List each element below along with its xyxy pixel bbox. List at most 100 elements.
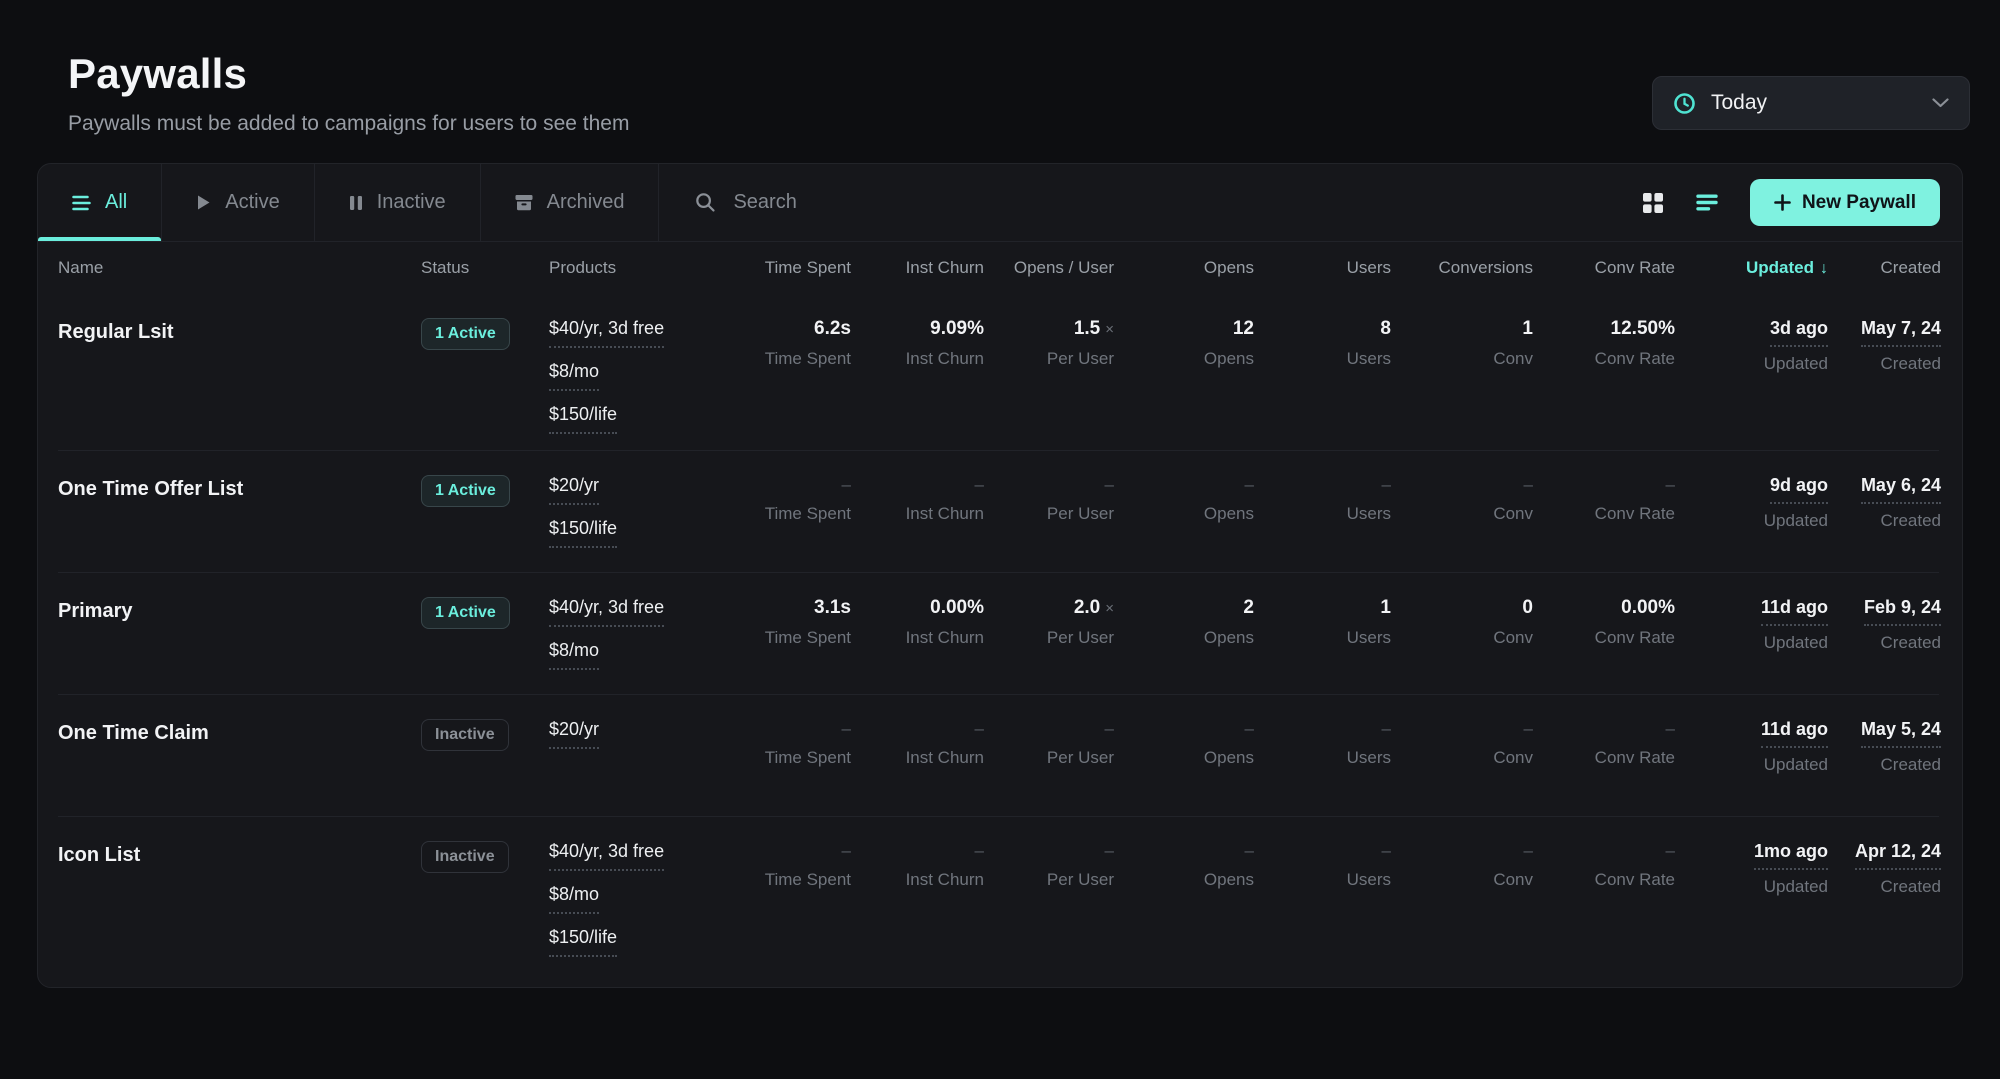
product-price[interactable]: $40/yr, 3d free bbox=[549, 318, 664, 348]
metric-value: 1.5× bbox=[984, 318, 1114, 340]
metric-label: Per User bbox=[984, 349, 1114, 369]
status-cell: 1 Active bbox=[421, 318, 549, 434]
column-header-status[interactable]: Status bbox=[421, 258, 549, 278]
column-header-inst-churn[interactable]: Inst Churn bbox=[851, 258, 984, 278]
metric-cell: – Inst Churn bbox=[851, 475, 984, 556]
column-header-time-spent[interactable]: Time Spent bbox=[724, 258, 851, 278]
metric-value: – bbox=[1533, 719, 1675, 739]
table-row[interactable]: One Time Offer List1 Active$20/yr$150/li… bbox=[58, 450, 1939, 572]
updated-value[interactable]: 9d ago bbox=[1770, 475, 1828, 504]
metric-label: Conv bbox=[1391, 870, 1533, 890]
updated-label: Updated bbox=[1675, 633, 1828, 653]
metric-value: – bbox=[1114, 475, 1254, 495]
metric-value: – bbox=[984, 719, 1114, 739]
tab-active[interactable]: Active bbox=[162, 164, 314, 241]
created-value[interactable]: May 5, 24 bbox=[1861, 719, 1941, 748]
column-header-name[interactable]: Name bbox=[58, 258, 421, 278]
metric-value: – bbox=[1391, 475, 1533, 495]
product-price[interactable]: $40/yr, 3d free bbox=[549, 597, 664, 627]
new-paywall-label: New Paywall bbox=[1802, 192, 1916, 214]
column-header-label: Conversions bbox=[1439, 258, 1534, 277]
product-price[interactable]: $8/mo bbox=[549, 640, 599, 670]
metric-label: Users bbox=[1254, 748, 1391, 768]
metric-value: 12 bbox=[1114, 318, 1254, 340]
metric-label: Inst Churn bbox=[851, 870, 984, 890]
archive-icon bbox=[515, 194, 533, 211]
created-cell: Apr 12, 24Created bbox=[1828, 841, 1941, 957]
period-selector[interactable]: Today bbox=[1652, 76, 1970, 130]
column-header-label: Status bbox=[421, 258, 469, 277]
status-badge: 1 Active bbox=[421, 597, 510, 629]
metric-label: Per User bbox=[984, 504, 1114, 524]
product-price[interactable]: $8/mo bbox=[549, 361, 599, 391]
grid-view-button[interactable] bbox=[1640, 190, 1666, 216]
metric-cell: –Users bbox=[1254, 841, 1391, 957]
metric-label: Conv Rate bbox=[1533, 504, 1675, 524]
metric-label: Inst Churn bbox=[851, 628, 984, 648]
tab-all[interactable]: All bbox=[38, 164, 162, 241]
metric-value: 12.50% bbox=[1533, 318, 1675, 340]
metric-cell: –Per User bbox=[984, 475, 1114, 556]
search-icon bbox=[695, 192, 716, 213]
product-price[interactable]: $8/mo bbox=[549, 884, 599, 914]
created-value[interactable]: May 6, 24 bbox=[1861, 475, 1941, 504]
grid-view-icon bbox=[1642, 192, 1664, 214]
metric-label: Opens bbox=[1114, 349, 1254, 369]
metric-cell: 12 Opens bbox=[1114, 318, 1254, 434]
metric-label: Opens bbox=[1114, 748, 1254, 768]
column-header-conversions[interactable]: Conversions bbox=[1391, 258, 1533, 278]
tab-archived[interactable]: Archived bbox=[481, 164, 660, 241]
list-view-button[interactable] bbox=[1694, 192, 1720, 213]
pause-icon bbox=[349, 195, 363, 211]
paywall-name: Regular Lsit bbox=[58, 318, 421, 344]
tab-label: Active bbox=[225, 191, 279, 214]
table-body: Regular Lsit1 Active$40/yr, 3d free$8/mo… bbox=[58, 294, 1939, 973]
updated-value[interactable]: 3d ago bbox=[1770, 318, 1828, 347]
metric-cell: 0Conv bbox=[1391, 597, 1533, 678]
paywall-name: Primary bbox=[58, 597, 421, 623]
column-header-users[interactable]: Users bbox=[1254, 258, 1391, 278]
column-header-opens-user[interactable]: Opens / User bbox=[984, 258, 1114, 278]
column-header-opens[interactable]: Opens bbox=[1114, 258, 1254, 278]
column-header-created[interactable]: Created bbox=[1828, 258, 1941, 278]
table-row[interactable]: Regular Lsit1 Active$40/yr, 3d free $8/mo… bbox=[58, 294, 1939, 450]
metric-cell: –Users bbox=[1254, 475, 1391, 556]
tab-inactive[interactable]: Inactive bbox=[315, 164, 481, 241]
column-header-updated[interactable]: Updated↓ bbox=[1675, 258, 1828, 278]
product-price[interactable]: $150/life bbox=[549, 927, 617, 957]
metric-cell: –Time Spent bbox=[724, 719, 851, 800]
metric-cell: – Opens bbox=[1114, 475, 1254, 556]
metric-label: Opens bbox=[1114, 504, 1254, 524]
product-price[interactable]: $150/life bbox=[549, 404, 617, 434]
metric-cell: –Inst Churn bbox=[851, 719, 984, 800]
product-price[interactable]: $150/life bbox=[549, 518, 617, 548]
paywalls-card: All Active Inactive Archived bbox=[37, 163, 1963, 988]
updated-value[interactable]: 11d ago bbox=[1761, 719, 1828, 748]
table-row[interactable]: Primary1 Active$40/yr, 3d free$8/mo3.1sT… bbox=[58, 572, 1939, 694]
metric-label: Inst Churn bbox=[851, 504, 984, 524]
product-price[interactable]: $40/yr, 3d free bbox=[549, 841, 664, 871]
created-value[interactable]: May 7, 24 bbox=[1861, 318, 1941, 347]
plus-icon bbox=[1774, 194, 1791, 211]
metric-value: – bbox=[851, 475, 984, 495]
created-value[interactable]: Feb 9, 24 bbox=[1864, 597, 1941, 626]
metric-value: – bbox=[1533, 475, 1675, 495]
search-input[interactable] bbox=[733, 191, 1300, 214]
paywall-name: One Time Claim bbox=[58, 719, 421, 745]
updated-label: Updated bbox=[1675, 511, 1828, 531]
created-value[interactable]: Apr 12, 24 bbox=[1855, 841, 1941, 870]
sort-desc-icon: ↓ bbox=[1820, 260, 1828, 277]
metric-cell: –Conv bbox=[1391, 841, 1533, 957]
table-row[interactable]: Icon ListInactive$40/yr, 3d free$8/mo$15… bbox=[58, 816, 1939, 973]
metric-cell: –Opens bbox=[1114, 841, 1254, 957]
metric-cell: 12.50%Conv Rate bbox=[1533, 318, 1675, 434]
product-price[interactable]: $20/yr bbox=[549, 475, 599, 505]
updated-value[interactable]: 1mo ago bbox=[1754, 841, 1828, 870]
updated-value[interactable]: 11d ago bbox=[1761, 597, 1828, 626]
column-header-conv-rate[interactable]: Conv Rate bbox=[1533, 258, 1675, 278]
table-row[interactable]: One Time ClaimInactive$20/yr–Time Spent–… bbox=[58, 694, 1939, 816]
column-header-products[interactable]: Products bbox=[549, 258, 724, 278]
metric-value: – bbox=[1254, 719, 1391, 739]
new-paywall-button[interactable]: New Paywall bbox=[1750, 179, 1940, 226]
product-price[interactable]: $20/yr bbox=[549, 719, 599, 749]
